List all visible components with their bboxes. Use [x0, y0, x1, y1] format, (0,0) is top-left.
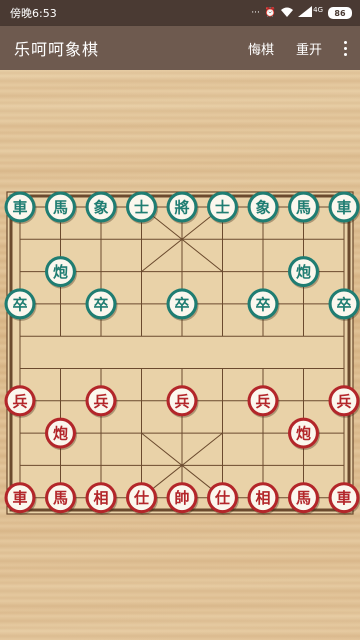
piece-label: 相: [255, 489, 270, 507]
piece-label: 兵: [93, 392, 108, 410]
piece-label: 車: [12, 489, 27, 507]
piece-label: 象: [93, 199, 108, 217]
piece-label: 馬: [53, 489, 68, 507]
xiangqi-board[interactable]: 車馬象士將士象馬車炮 炮卒卒卒卒卒兵兵兵兵兵炮 炮車馬相仕帥仕相馬車: [0, 70, 360, 640]
wifi-icon: [281, 7, 294, 20]
piece-label: 仕: [133, 489, 149, 507]
wood-background: 車馬象士將士象馬車炮炮卒卒卒卒卒兵兵兵兵兵炮炮車馬相仕帥仕相馬車: [0, 70, 360, 640]
piece-label: 帥: [174, 489, 189, 507]
alarm-icon: ⏰: [264, 7, 277, 18]
piece-label: 炮: [53, 263, 68, 281]
cellular-4g-icon: [298, 6, 313, 20]
piece-label: 仕: [214, 489, 230, 507]
piece-label: 卒: [255, 295, 270, 313]
status-time: 傍晚6:53: [10, 7, 57, 20]
piece-label: 士: [215, 199, 230, 217]
signal-dots-icon: ···: [251, 7, 260, 18]
piece-label: 炮: [296, 263, 311, 281]
piece-label: 兵: [255, 392, 270, 410]
piece-label: 兵: [336, 392, 351, 410]
piece-label: 兵: [174, 392, 189, 410]
more-vert-icon[interactable]: [338, 40, 352, 56]
piece-label: 炮: [53, 425, 68, 443]
piece-label: 馬: [296, 199, 311, 217]
piece-label: 馬: [296, 489, 311, 507]
network-label: 4G: [313, 5, 323, 14]
app-bar: 乐呵呵象棋 悔棋 重开: [0, 26, 360, 70]
piece-label: 卒: [336, 295, 351, 313]
piece-label: 馬: [53, 199, 68, 217]
piece-label: 車: [336, 489, 351, 507]
battery-indicator: 86: [328, 7, 352, 19]
piece-label: 車: [336, 199, 351, 217]
piece-label: 卒: [174, 295, 189, 313]
status-icons: ··· ⏰ 4G 86: [251, 6, 352, 20]
undo-button[interactable]: 悔棋: [248, 39, 274, 58]
piece-label: 車: [12, 199, 27, 217]
piece-label: 卒: [93, 295, 108, 313]
piece-label: 兵: [12, 392, 27, 410]
piece-label: 炮: [296, 425, 311, 443]
piece-label: 將: [174, 199, 189, 217]
app-title: 乐呵呵象棋: [14, 40, 100, 59]
piece-label: 象: [255, 199, 270, 217]
piece-label: 士: [134, 199, 149, 217]
status-bar: 傍晚6:53 ··· ⏰ 4G 86: [0, 0, 360, 26]
piece-label: 卒: [12, 295, 27, 313]
restart-button[interactable]: 重开: [296, 39, 322, 58]
piece-label: 相: [93, 489, 108, 507]
